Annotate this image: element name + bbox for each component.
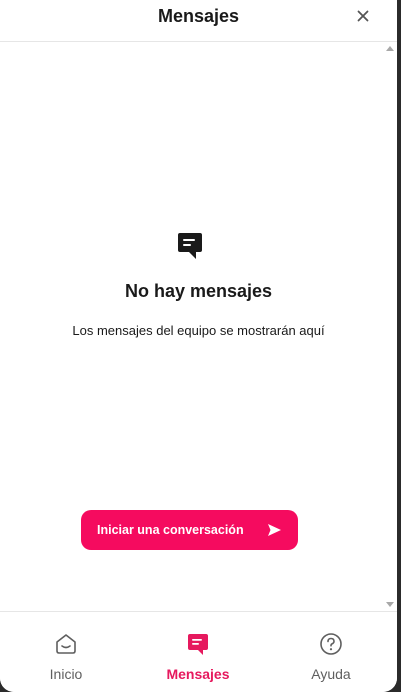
send-icon <box>268 524 281 536</box>
nav-item-inicio[interactable]: Inicio <box>0 612 132 692</box>
scroll-down-arrow-icon[interactable] <box>386 602 394 607</box>
scroll-up-arrow-icon[interactable] <box>386 46 394 51</box>
start-conversation-button[interactable]: Iniciar una conversación <box>81 510 298 550</box>
nav-item-ayuda[interactable]: Ayuda <box>265 612 397 692</box>
home-icon <box>56 634 76 654</box>
header: Mensajes <box>0 0 397 42</box>
start-conversation-label: Iniciar una conversación <box>97 523 244 537</box>
empty-state-description: Los mensajes del equipo se mostrarán aqu… <box>72 323 325 338</box>
message-icon <box>188 634 208 655</box>
nav-label-ayuda: Ayuda <box>311 666 351 682</box>
messenger-window: Mensajes No hay mensajes Los mensajes de… <box>0 0 397 692</box>
empty-state-title: No hay mensajes <box>124 281 273 301</box>
help-icon <box>320 633 342 655</box>
nav-label-inicio: Inicio <box>49 666 83 682</box>
page-title: Mensajes <box>157 6 240 26</box>
nav-item-mensajes[interactable]: Mensajes <box>132 612 264 692</box>
bottom-nav: Inicio Mensajes Ayuda <box>0 611 397 692</box>
close-button[interactable] <box>351 4 375 28</box>
close-icon <box>357 10 369 22</box>
message-icon <box>178 233 202 259</box>
nav-label-mensajes: Mensajes <box>166 666 230 682</box>
